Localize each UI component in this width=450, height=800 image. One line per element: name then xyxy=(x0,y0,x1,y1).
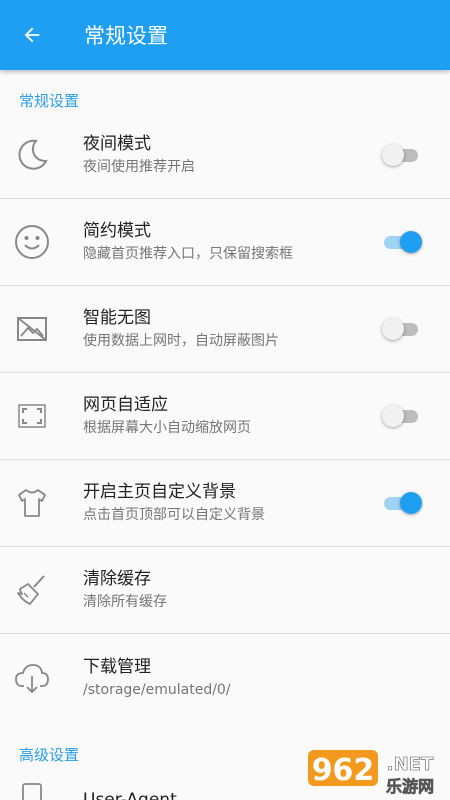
setting-simple-mode[interactable]: 简约模式 隐藏首页推荐入口，只保留搜索框 xyxy=(0,199,450,286)
setting-title: 清除缓存 xyxy=(83,569,151,589)
smart-no-image-toggle[interactable] xyxy=(382,314,422,344)
watermark-brand: 乐游网 xyxy=(386,777,434,796)
moon-icon xyxy=(12,135,52,175)
setting-title: 夜间模式 xyxy=(83,134,151,154)
setting-subtitle: 点击首页顶部可以自定义背景 xyxy=(83,507,265,523)
setting-title: 智能无图 xyxy=(83,308,151,328)
section-header-general: 常规设置 xyxy=(19,92,80,110)
setting-subtitle: 夜间使用推荐开启 xyxy=(83,159,195,175)
watermark-number: 962 xyxy=(312,753,375,788)
back-button[interactable] xyxy=(0,0,64,70)
setting-web-adapt[interactable]: 网页自适应 根据屏幕大小自动缩放网页 xyxy=(0,373,450,460)
setting-subtitle: 根据屏幕大小自动缩放网页 xyxy=(83,420,251,436)
app-bar: 常规设置 xyxy=(0,0,450,70)
setting-title: 开启主页自定义背景 xyxy=(83,482,236,502)
custom-background-toggle[interactable] xyxy=(382,488,422,518)
setting-subtitle: 隐藏首页推荐入口，只保留搜索框 xyxy=(83,246,293,262)
setting-title: 网页自适应 xyxy=(83,395,168,415)
setting-subtitle: 使用数据上网时，自动屏蔽图片 xyxy=(83,333,279,349)
setting-title: User-Agent xyxy=(83,790,177,800)
watermark-logo: 962 .NET 乐游网 xyxy=(306,746,444,798)
web-adapt-toggle[interactable] xyxy=(382,401,422,431)
setting-download-manager[interactable]: 下载管理 /storage/emulated/0/ xyxy=(0,634,450,721)
broom-icon xyxy=(12,570,52,610)
no-image-icon xyxy=(12,309,52,349)
watermark-domain: .NET xyxy=(387,754,434,775)
setting-custom-background[interactable]: 开启主页自定义背景 点击首页顶部可以自定义背景 xyxy=(0,460,450,547)
fit-screen-icon xyxy=(12,396,52,436)
tshirt-icon xyxy=(12,483,52,523)
setting-smart-no-image[interactable]: 智能无图 使用数据上网时，自动屏蔽图片 xyxy=(0,286,450,373)
smiley-icon xyxy=(12,222,52,262)
setting-title: 下载管理 xyxy=(83,656,151,677)
page-title: 常规设置 xyxy=(84,24,168,48)
simple-mode-toggle[interactable] xyxy=(382,227,422,257)
phone-icon xyxy=(12,780,52,800)
section-header-advanced: 高级设置 xyxy=(19,746,80,764)
cloud-download-icon xyxy=(12,658,52,698)
setting-subtitle: 清除所有缓存 xyxy=(83,594,167,610)
download-path: /storage/emulated/0/ xyxy=(83,681,231,698)
settings-list: 夜间模式 夜间使用推荐开启 简约模式 隐藏首页推荐入口，只保留搜索框 智能无图 … xyxy=(0,112,450,721)
setting-night-mode[interactable]: 夜间模式 夜间使用推荐开启 xyxy=(0,112,450,199)
arrow-left-icon xyxy=(24,27,40,43)
setting-clear-cache[interactable]: 清除缓存 清除所有缓存 xyxy=(0,547,450,634)
setting-title: 简约模式 xyxy=(83,221,151,241)
night-mode-toggle[interactable] xyxy=(382,140,422,170)
